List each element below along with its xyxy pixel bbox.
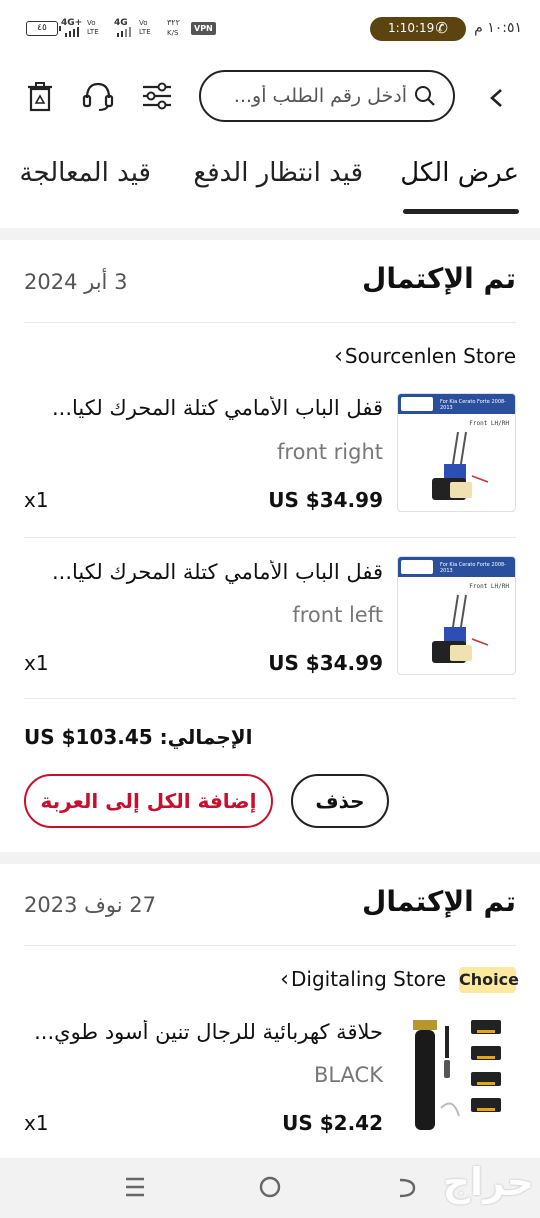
product-price: US $34.99 [268,488,383,512]
product-name: قفل الباب الأمامي كتلة المحرك لكيا... [51,560,383,584]
network-type-2: Vo LTE [139,19,151,36]
battery-icon: ٤٥ [26,21,61,36]
product-image-caption: For Kia Cerato Forte 2008-2013 [440,399,506,411]
active-tab-indicator [403,209,519,214]
recycle-bin-icon[interactable] [22,78,58,114]
vpn-icon: VPN [191,22,216,35]
product-quantity: x1 [24,1111,49,1135]
order-total: الإجمالي: US $103.45 [24,725,253,749]
product-variant: front left [292,603,383,627]
product-name: حلاقة كهربائية للرجال تنين أسود طوي... [34,1020,383,1044]
product-image-subcaption: Front LH/RH [469,583,509,590]
add-all-to-cart-button[interactable]: إضافة الكل إلى العربة [24,774,273,828]
order-status: تم الإكتمال [362,885,516,918]
phone-icon: ✆ [435,19,448,37]
net-speed-unit: K/S [167,29,179,37]
home-icon[interactable] [255,1172,285,1202]
divider [24,945,516,946]
battery-level: ٤٥ [37,23,47,33]
product-quantity: x1 [24,488,49,512]
product-image: For Kia Cerato Forte 2008-2013 Front LH/… [397,556,516,675]
order-search-box[interactable] [199,70,455,122]
product-variant: BLACK [313,1063,383,1087]
hair-trimmer-icon [413,1020,501,1130]
door-lock-actuator-icon [432,594,489,663]
divider [24,698,516,699]
ongoing-call-pill[interactable]: 1:10:19 ✆ [370,17,466,41]
order-search-header [0,58,540,138]
divider [24,537,516,538]
chevron-left-icon: ‹ [334,344,343,369]
order-date: 27 نوف 2023 [24,893,157,917]
recent-apps-icon[interactable] [120,1172,150,1202]
product-quantity: x1 [24,651,49,675]
section-divider [0,228,540,240]
net-speed: ٣٢٢ [167,18,180,27]
network-type-1: Vo LTE [87,19,99,36]
signal-icon-1 [65,27,79,37]
product-image-subcaption: Front LH/RH [469,420,509,427]
store-link[interactable]: ‹ Sourcenlen Store [334,344,516,369]
clock: ١٠:٥١ م [474,20,522,36]
delete-order-button[interactable]: حذف [291,774,389,828]
tab-processing[interactable]: قيد المعالجة [20,158,151,188]
search-icon [415,86,435,106]
status-bar: ٤٥ 4G+ Vo LTE 4G Vo LTE ٣٢٢ K/S VPN 1:10… [0,0,540,58]
tab-all[interactable]: عرض الكل [400,158,519,188]
watermark-logo: حراج [442,1160,534,1204]
product-image-caption: For Kia Cerato Forte 2008-2013 [440,562,506,574]
product-image: For Kia Cerato Forte 2008-2013 Front LH/… [397,393,516,512]
store-name: Sourcenlen Store [344,344,516,368]
signal-icon-2 [117,27,131,37]
order-status: تم الإكتمال [362,262,516,295]
filter-icon[interactable] [139,78,175,114]
customer-service-icon[interactable] [80,78,116,114]
store-link[interactable]: ‹ Digitaling Store [280,967,446,992]
choice-badge: Choice [459,967,519,993]
store-name: Digitaling Store [290,967,446,991]
door-lock-actuator-icon [432,431,489,500]
call-timer: 1:10:19 [388,21,435,35]
divider [24,322,516,323]
product-name: قفل الباب الأمامي كتلة المحرك لكيا... [51,396,383,420]
product-price: US $34.99 [268,651,383,675]
product-variant: front right [277,440,383,464]
product-price: US $2.42 [282,1111,383,1135]
tab-awaiting-payment[interactable]: قيد انتظار الدفع [193,158,363,188]
chevron-left-icon: ‹ [280,967,289,992]
section-divider [0,852,540,864]
back-chevron-icon[interactable] [484,80,510,116]
order-tabs: عرض الكل قيد انتظار الدفع قيد المعالجة [0,150,540,220]
search-input[interactable] [217,82,407,110]
product-image [397,1016,516,1135]
order-date: 3 أبر 2024 [24,270,128,294]
